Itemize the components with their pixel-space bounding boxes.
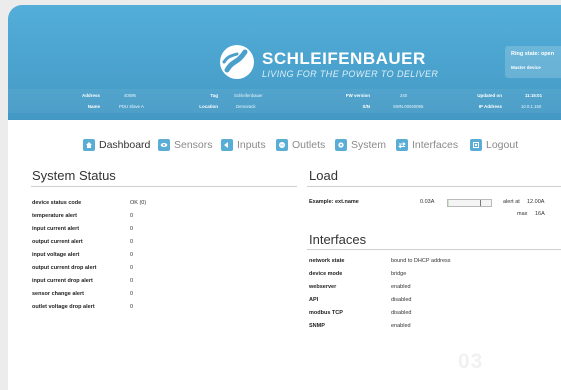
updated-label: Updated on bbox=[477, 93, 502, 98]
location-label: Location bbox=[199, 104, 218, 109]
nav-sensors-label: Sensors bbox=[174, 139, 213, 151]
interfaces-divider bbox=[307, 249, 561, 250]
interface-row-value: bound to DHCP address bbox=[391, 258, 451, 264]
interface-row-value: enabled bbox=[391, 323, 411, 329]
status-row-label: outlet voltage drop alert bbox=[32, 304, 95, 310]
interface-row-value: enabled bbox=[391, 284, 411, 290]
status-row-label: output current alert bbox=[32, 239, 83, 245]
main-nav: Dashboard Sensors Inputs Outlets System bbox=[8, 134, 561, 156]
ip-label: IP Address bbox=[478, 104, 502, 109]
status-row-value: 0 bbox=[130, 291, 134, 297]
load-title: Load bbox=[309, 168, 338, 183]
load-max-value: 16A bbox=[535, 211, 545, 217]
nav-dashboard-label: Dashboard bbox=[99, 139, 151, 151]
nav-interfaces[interactable]: Interfaces bbox=[396, 138, 458, 152]
load-progress-fill bbox=[448, 200, 449, 206]
system-status-divider bbox=[31, 186, 297, 187]
interface-row-value: disabled bbox=[391, 297, 412, 303]
brand-tagline: LIVING FOR THE POWER TO DELIVER bbox=[262, 69, 439, 79]
ip-value: 10.0.1.150 bbox=[521, 104, 542, 109]
outlet-icon bbox=[276, 139, 288, 151]
nav-sensors[interactable]: Sensors bbox=[158, 138, 213, 152]
interface-row-label: API bbox=[309, 297, 319, 303]
gear-icon bbox=[335, 139, 347, 151]
address-label: Address bbox=[81, 93, 100, 98]
status-row-label: input current alert bbox=[32, 226, 80, 232]
fw-version-value: 240 bbox=[400, 93, 408, 98]
status-row-label: input voltage alert bbox=[32, 252, 80, 258]
nav-system[interactable]: System bbox=[335, 138, 386, 152]
arrows-icon bbox=[396, 139, 408, 151]
status-row-value: 0 bbox=[130, 226, 134, 232]
load-alert-marker bbox=[480, 200, 481, 206]
interface-row-label: device mode bbox=[309, 271, 343, 277]
logout-icon bbox=[470, 139, 482, 151]
nav-outlets-label: Outlets bbox=[292, 139, 326, 151]
nav-dashboard[interactable]: Dashboard bbox=[83, 138, 150, 152]
nav-inputs-label: Inputs bbox=[237, 139, 266, 151]
nav-outlets[interactable]: Outlets bbox=[276, 138, 325, 152]
status-row-value: OK (0) bbox=[130, 200, 147, 206]
interface-row-label: SNMP bbox=[309, 323, 325, 329]
ring-state-panel: Ring state: open Master device bbox=[505, 46, 561, 78]
ring-role: Master device bbox=[511, 65, 541, 70]
load-alert-text: alert at bbox=[503, 199, 520, 205]
ring-state-label: Ring state: open bbox=[511, 51, 555, 57]
status-row-value: 0 bbox=[130, 278, 134, 284]
eye-icon bbox=[158, 139, 170, 151]
load-divider bbox=[307, 186, 561, 187]
tag-value: Schleifenbauer bbox=[234, 93, 263, 98]
name-value: PDU Slave A bbox=[119, 104, 144, 109]
status-row-value: 0 bbox=[130, 265, 134, 271]
nav-interfaces-label: Interfaces bbox=[412, 139, 459, 151]
location-value: Demorack bbox=[236, 104, 256, 109]
load-alert-value: 12.00A bbox=[527, 199, 545, 205]
interface-row-label: modbus TCP bbox=[309, 310, 343, 316]
serial-value: SWN.00040095 bbox=[393, 104, 424, 109]
load-outlet-name: Example: ext.name bbox=[309, 199, 359, 205]
schleifenbauer-logo-icon bbox=[220, 45, 254, 79]
nav-logout[interactable]: Logout bbox=[470, 138, 518, 152]
system-status-title: System Status bbox=[32, 168, 116, 183]
serial-label: S/N bbox=[362, 104, 370, 109]
app-window: SCHLEIFENBAUER LIVING FOR THE POWER TO D… bbox=[8, 5, 561, 390]
plug-icon bbox=[221, 139, 233, 151]
status-row-label: sensor change alert bbox=[32, 291, 84, 297]
interface-row-value: bridge bbox=[391, 271, 407, 277]
load-max-text: max bbox=[517, 211, 528, 217]
status-row-label: input current drop alert bbox=[32, 278, 93, 284]
interface-row-label: network state bbox=[309, 258, 345, 264]
interfaces-title: Interfaces bbox=[309, 232, 367, 247]
address-value: 40095 bbox=[124, 93, 136, 98]
header-banner: SCHLEIFENBAUER LIVING FOR THE POWER TO D… bbox=[8, 5, 561, 120]
brand-name: SCHLEIFENBAUER bbox=[262, 49, 426, 68]
status-row-value: 0 bbox=[130, 252, 134, 258]
interface-row-label: webserver bbox=[309, 284, 337, 290]
status-row-label: output current drop alert bbox=[32, 265, 97, 271]
tag-label: Tag bbox=[210, 93, 218, 98]
fw-version-label: FW version bbox=[345, 93, 370, 98]
nav-logout-label: Logout bbox=[486, 139, 519, 151]
status-row-value: 0 bbox=[130, 213, 134, 219]
name-label: Name bbox=[87, 104, 100, 109]
load-progress-bar bbox=[447, 199, 492, 207]
status-row-label: temperature alert bbox=[32, 213, 77, 219]
home-icon bbox=[83, 139, 95, 151]
status-row-value: 0 bbox=[130, 304, 134, 310]
updated-value: 11:15:01 bbox=[525, 93, 542, 98]
interface-row-value: disabled bbox=[391, 310, 412, 316]
watermark-number: 03 bbox=[458, 350, 484, 373]
nav-inputs[interactable]: Inputs bbox=[221, 138, 266, 152]
load-current-value: 0.03A bbox=[420, 199, 435, 205]
nav-system-label: System bbox=[351, 139, 387, 151]
status-row-label: device status code bbox=[32, 200, 82, 206]
status-row-value: 0 bbox=[130, 239, 134, 245]
device-info-bar: Address 40095 Tag Schleifenbauer FW vers… bbox=[8, 89, 561, 113]
